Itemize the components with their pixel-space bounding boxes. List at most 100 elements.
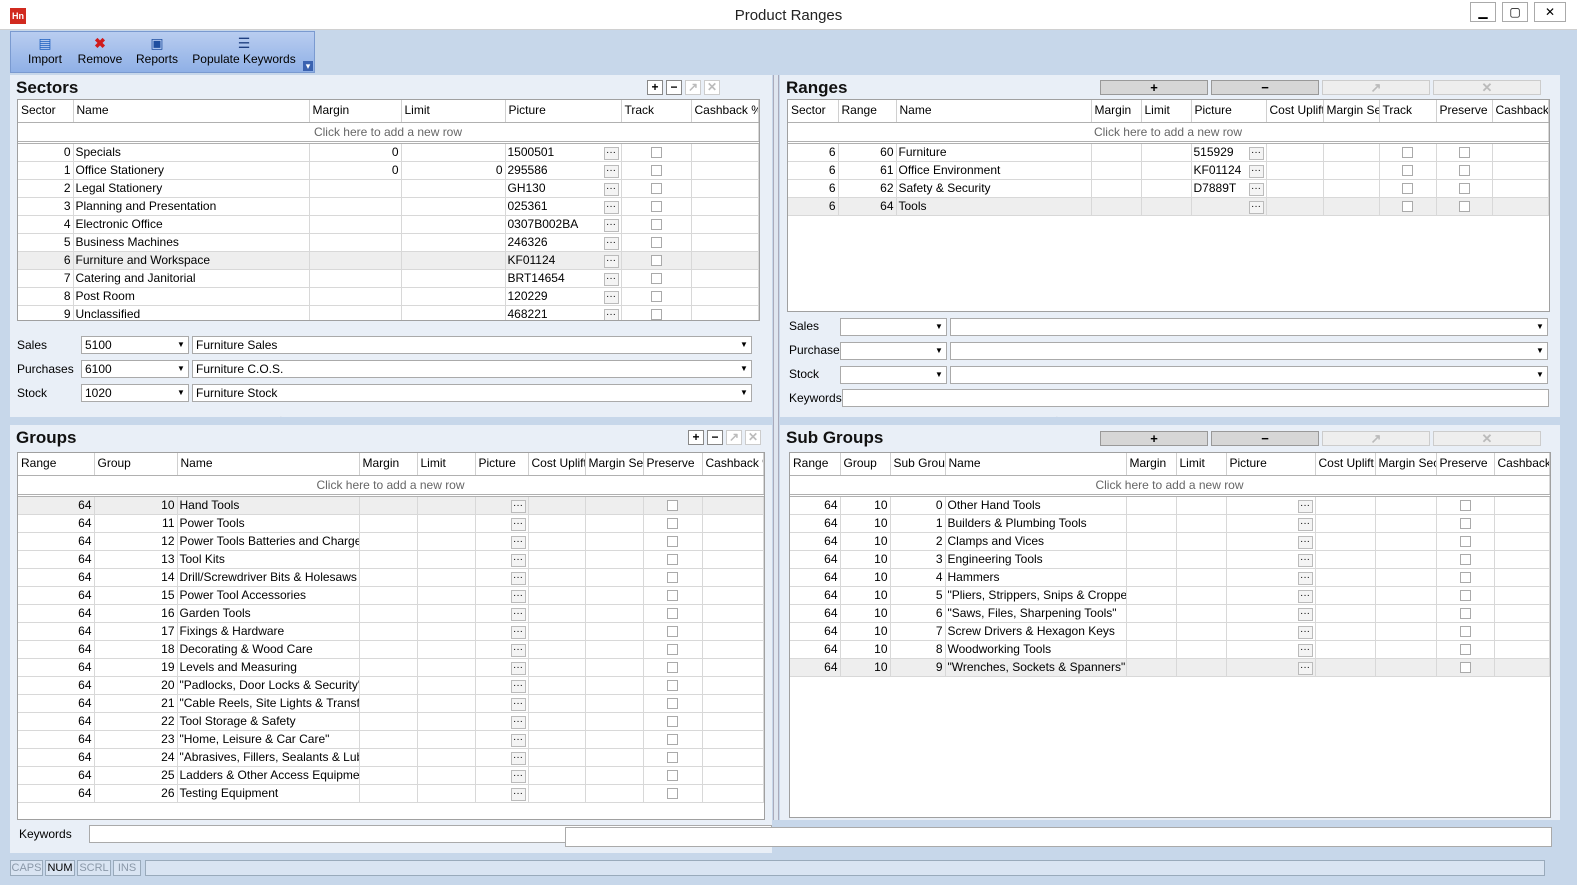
table-row[interactable]: 64 18 Decorating & Wood Care ··· <box>18 640 764 659</box>
col-margin-security[interactable]: Margin Security <box>1323 100 1380 123</box>
name-cell[interactable]: Clamps and Vices <box>945 532 1127 551</box>
limit-cell[interactable] <box>1176 514 1227 533</box>
limit-cell[interactable] <box>417 658 476 677</box>
add-row-prompt[interactable]: Click here to add a new row <box>790 475 1550 497</box>
table-row[interactable]: 64 25 Ladders & Other Access Equipment ··· <box>18 766 764 785</box>
margin-security-cell[interactable] <box>1375 495 1437 515</box>
cashback-cell[interactable] <box>702 694 764 713</box>
table-row[interactable]: 4 Electronic Office 0307B002BA ··· <box>18 215 759 234</box>
browse-picture-button[interactable]: ··· <box>510 499 526 513</box>
preserve-checkbox[interactable] <box>667 625 678 637</box>
margin-cell[interactable] <box>1126 658 1177 677</box>
browse-picture-button[interactable]: ··· <box>1297 535 1313 549</box>
sector-cell[interactable]: 6 <box>788 179 839 198</box>
margin-cell[interactable] <box>359 568 418 587</box>
cost-uplift-cell[interactable] <box>528 784 586 803</box>
track-checkbox[interactable] <box>1402 146 1413 158</box>
cost-uplift-cell[interactable] <box>528 658 586 677</box>
chevron-down-icon[interactable]: ▼ <box>174 337 188 353</box>
margin-cell[interactable] <box>309 215 402 234</box>
cashback-cell[interactable] <box>702 748 764 767</box>
import-button[interactable]: ▤ Import <box>23 34 67 72</box>
margin-security-cell[interactable] <box>1375 604 1437 623</box>
col-sector[interactable]: Sector <box>788 100 839 123</box>
margin-security-cell[interactable] <box>585 694 644 713</box>
group-cell[interactable]: 10 <box>840 604 891 623</box>
name-cell[interactable]: Ladders & Other Access Equipment <box>177 766 360 785</box>
name-cell[interactable]: Drill/Screwdriver Bits & Holesaws <box>177 568 360 587</box>
group-cell[interactable]: 14 <box>94 568 178 587</box>
name-cell[interactable]: "Padlocks, Door Locks & Security" <box>177 676 360 695</box>
limit-cell[interactable] <box>1141 197 1192 216</box>
margin-cell[interactable] <box>359 586 418 605</box>
track-checkbox[interactable] <box>650 290 662 302</box>
ranges-account-desc-select[interactable]: ▼ <box>950 366 1548 384</box>
sub-group-cell[interactable]: 6 <box>890 604 946 623</box>
limit-cell[interactable] <box>401 179 506 198</box>
name-cell[interactable]: Hand Tools <box>177 495 360 515</box>
table-row[interactable]: 64 15 Power Tool Accessories ··· <box>18 586 764 605</box>
table-row[interactable]: 64 10 6 "Saws, Files, Sharpening Tools" ··· <box>790 604 1550 623</box>
table-row[interactable]: 6 60 Furniture 515929 ··· <box>788 142 1549 162</box>
cost-uplift-cell[interactable] <box>1315 514 1376 533</box>
margin-security-cell[interactable] <box>1375 622 1437 641</box>
cashback-cell[interactable] <box>691 142 759 162</box>
name-cell[interactable]: Power Tools <box>177 514 360 533</box>
cashback-cell[interactable] <box>691 179 759 198</box>
cashback-cell[interactable] <box>702 640 764 659</box>
margin-cell[interactable] <box>1126 514 1177 533</box>
limit-cell[interactable] <box>401 269 506 288</box>
col-margin[interactable]: Margin <box>359 453 418 476</box>
browse-picture-button[interactable]: ··· <box>1297 571 1313 585</box>
margin-cell[interactable] <box>359 640 418 659</box>
table-row[interactable]: 64 19 Levels and Measuring ··· <box>18 658 764 677</box>
preserve-checkbox[interactable] <box>1458 200 1470 212</box>
cashback-cell[interactable] <box>691 161 759 180</box>
limit-cell[interactable] <box>417 604 476 623</box>
table-row[interactable]: 3 Planning and Presentation 025361 ··· <box>18 197 759 216</box>
browse-picture-button[interactable]: ··· <box>603 290 619 304</box>
browse-picture-button[interactable]: ··· <box>1297 661 1313 675</box>
margin-security-cell[interactable] <box>1375 640 1437 659</box>
margin-cell[interactable] <box>1091 161 1142 180</box>
range-cell[interactable]: 64 <box>790 568 841 587</box>
table-row[interactable]: 64 17 Fixings & Hardware ··· <box>18 622 764 641</box>
col-picture[interactable]: Picture <box>475 453 529 476</box>
group-cell[interactable]: 16 <box>94 604 178 623</box>
table-row[interactable]: 0 Specials 0 1500501 ··· <box>18 142 759 162</box>
cashback-cell[interactable] <box>702 495 764 515</box>
margin-security-cell[interactable] <box>1323 142 1380 162</box>
preserve-checkbox[interactable] <box>667 661 678 673</box>
col-preserve[interactable]: Preserve <box>643 453 703 476</box>
name-cell[interactable]: Office Stationery <box>73 161 310 180</box>
range-cell[interactable]: 64 <box>790 532 841 551</box>
preserve-checkbox[interactable] <box>1458 164 1470 176</box>
preserve-checkbox[interactable] <box>667 499 678 511</box>
name-cell[interactable]: "Saws, Files, Sharpening Tools" <box>945 604 1127 623</box>
group-cell[interactable]: 10 <box>840 586 891 605</box>
limit-cell[interactable] <box>1141 161 1192 180</box>
browse-picture-button[interactable]: ··· <box>1297 517 1313 531</box>
range-cell[interactable]: 64 <box>18 640 95 659</box>
col-picture[interactable]: Picture <box>1226 453 1316 476</box>
range-cell[interactable]: 64 <box>790 495 841 515</box>
limit-cell[interactable] <box>1176 658 1227 677</box>
limit-cell[interactable] <box>417 748 476 767</box>
limit-cell[interactable] <box>1176 640 1227 659</box>
cashback-cell[interactable] <box>1494 550 1550 569</box>
browse-picture-button[interactable]: ··· <box>510 535 526 549</box>
table-row[interactable]: 64 10 2 Clamps and Vices ··· <box>790 532 1550 551</box>
range-cell[interactable]: 64 <box>18 495 95 515</box>
group-cell[interactable]: 10 <box>840 568 891 587</box>
browse-picture-button[interactable]: ··· <box>510 733 526 747</box>
chevron-down-icon[interactable]: ▼ <box>737 385 751 401</box>
range-cell[interactable]: 64 <box>790 658 841 677</box>
cost-uplift-cell[interactable] <box>1315 550 1376 569</box>
limit-cell[interactable] <box>417 766 476 785</box>
preserve-checkbox[interactable] <box>667 553 678 565</box>
margin-cell[interactable] <box>1091 142 1142 162</box>
ranges-account-desc-select[interactable]: ▼ <box>950 342 1548 360</box>
col-picture[interactable]: Picture <box>505 100 622 123</box>
margin-security-cell[interactable] <box>1375 550 1437 569</box>
limit-cell[interactable]: 0 <box>401 161 506 180</box>
